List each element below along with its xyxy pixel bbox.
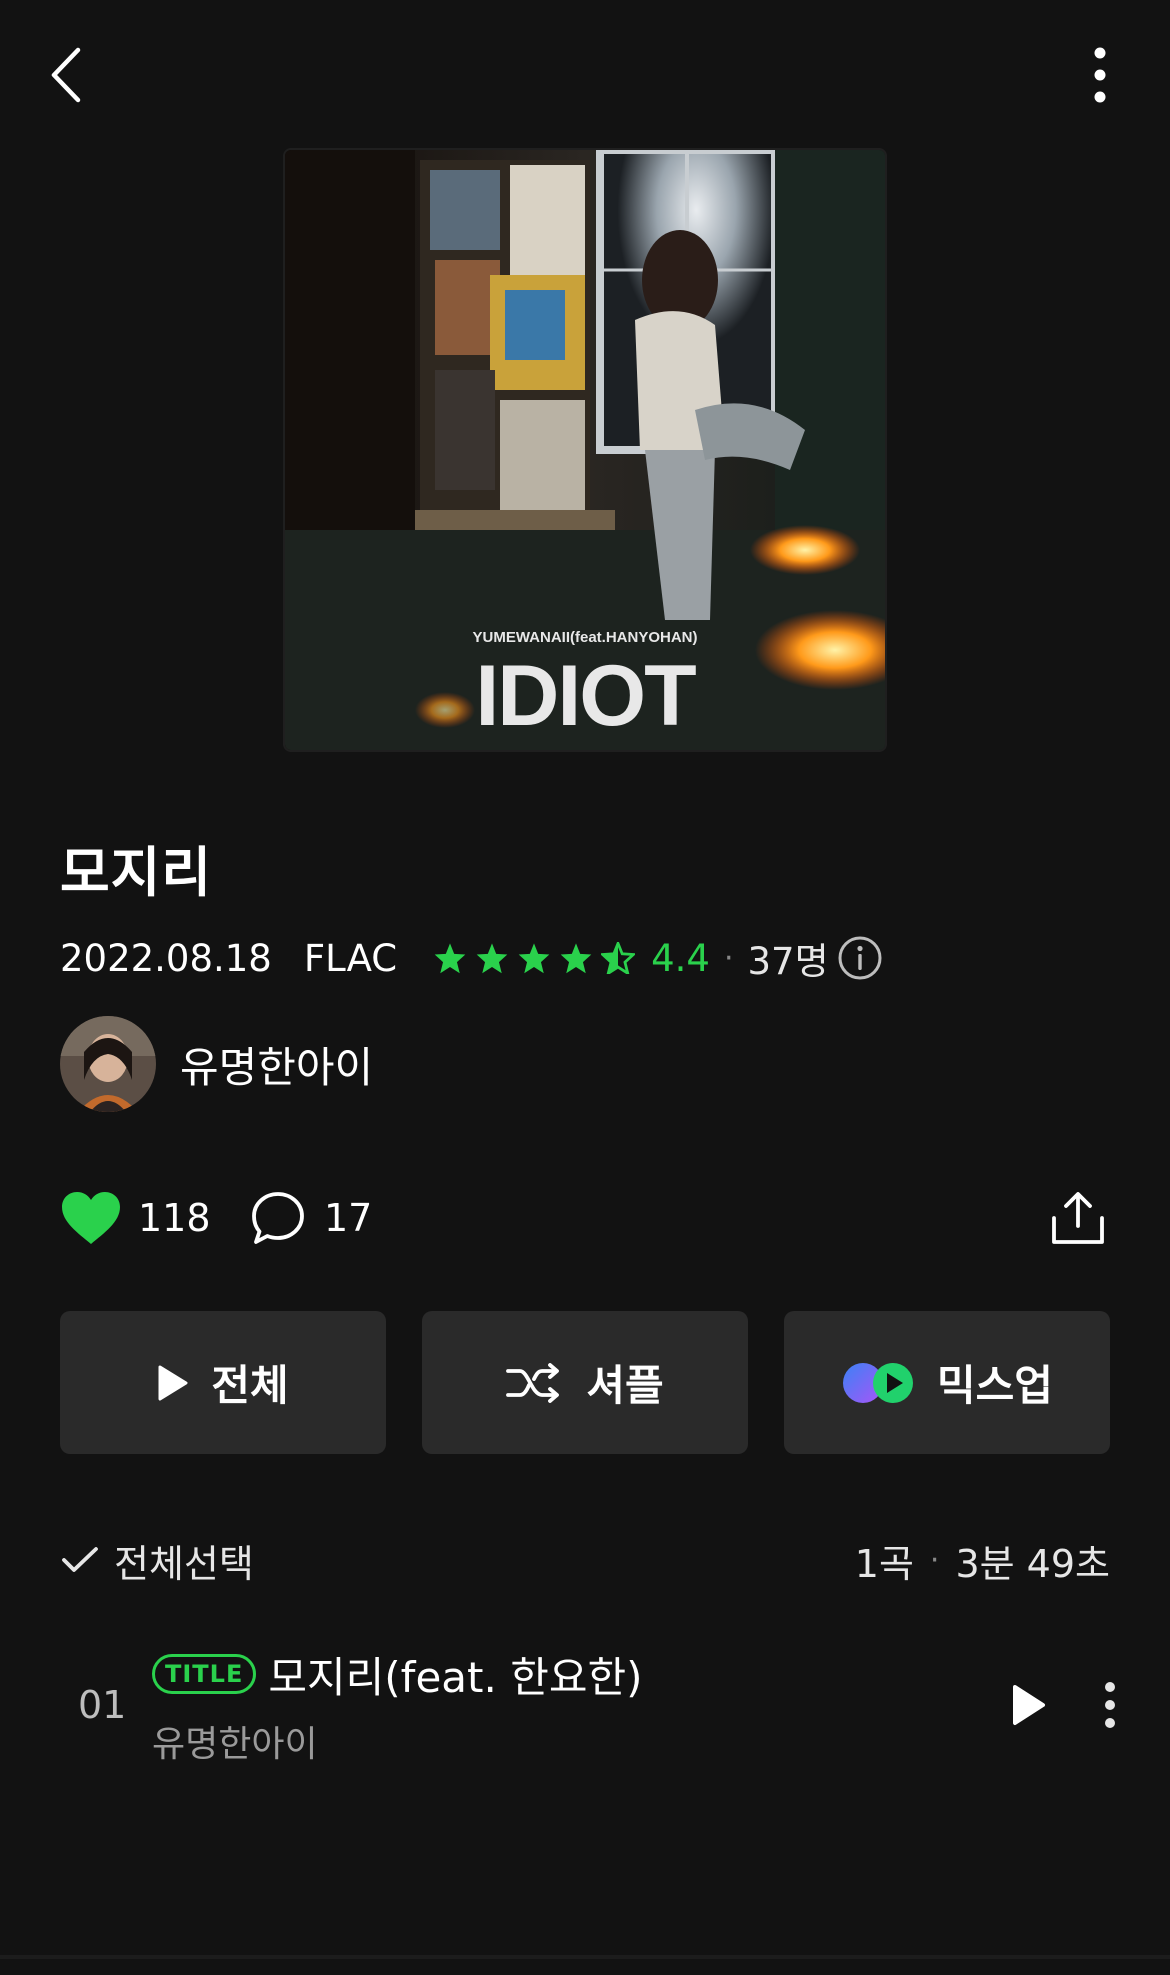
play-all-button[interactable]: 전체 bbox=[60, 1311, 386, 1454]
release-date: 2022.08.18 bbox=[60, 936, 272, 980]
share-upload-icon bbox=[1052, 1192, 1104, 1244]
cover-title-text: IDIOT bbox=[475, 648, 696, 744]
star-half-icon bbox=[601, 942, 636, 974]
album-title: 모지리 bbox=[60, 841, 213, 904]
audio-format: FLAC bbox=[303, 936, 398, 980]
rating-stars[interactable] bbox=[433, 942, 636, 974]
shuffle-icon bbox=[506, 1362, 564, 1403]
comment-button[interactable]: 17 bbox=[250, 1185, 372, 1251]
track-row[interactable]: 01 TITLE 모지리(feat. 한요한) 유명한아이 bbox=[60, 1640, 1130, 1770]
track-summary: 1곡 · 3분 49초 bbox=[855, 1533, 1110, 1588]
vertical-dots-icon bbox=[1105, 1682, 1115, 1728]
track-title: 모지리(feat. 한요한) bbox=[268, 1652, 643, 1702]
artist-row[interactable]: 유명한아이 bbox=[60, 1016, 373, 1112]
mixup-label: 믹스업 bbox=[937, 1361, 1053, 1410]
like-count: 118 bbox=[138, 1196, 211, 1240]
cover-artist-text: YUMEWANAII(feat.HANYOHAN) bbox=[473, 629, 698, 646]
album-meta-row: 2022.08.18 FLAC 4.4 · 37명 bbox=[60, 932, 883, 984]
rating-value: 4.4 bbox=[651, 936, 710, 980]
track-play-button[interactable] bbox=[994, 1670, 1064, 1740]
info-icon[interactable] bbox=[837, 935, 883, 981]
playback-button-row: 전체 셔플 믹스업 bbox=[60, 1311, 1110, 1454]
select-all-label: 전체선택 bbox=[114, 1541, 254, 1586]
separator-dot: · bbox=[929, 1542, 940, 1578]
artist-avatar bbox=[60, 1016, 156, 1112]
shuffle-button[interactable]: 셔플 bbox=[422, 1311, 748, 1454]
like-button[interactable]: 118 bbox=[60, 1185, 211, 1251]
mixup-logo-icon bbox=[841, 1361, 915, 1405]
star-full-icon bbox=[518, 943, 550, 974]
track-number: 01 bbox=[78, 1683, 127, 1727]
select-all-button[interactable]: 전체선택 bbox=[60, 1533, 254, 1588]
chevron-left-icon bbox=[51, 47, 81, 103]
checkmark-icon bbox=[60, 1545, 100, 1575]
shuffle-label: 셔플 bbox=[586, 1361, 664, 1410]
vertical-dots-icon bbox=[1094, 47, 1106, 103]
track-list-header: 전체선택 1곡 · 3분 49초 bbox=[60, 1530, 1110, 1590]
title-badge: TITLE bbox=[152, 1654, 257, 1694]
comment-bubble-icon bbox=[252, 1192, 304, 1244]
album-cover-image: YUMEWANAII(feat.HANYOHAN) IDIOT bbox=[285, 150, 885, 750]
track-artist: 유명한아이 bbox=[152, 1723, 318, 1765]
track-info: TITLE 모지리(feat. 한요한) 유명한아이 bbox=[152, 1644, 994, 1767]
heart-icon bbox=[62, 1192, 120, 1244]
play-icon bbox=[1013, 1685, 1045, 1725]
more-options-button[interactable] bbox=[1070, 40, 1130, 110]
total-duration: 3분 49초 bbox=[955, 1541, 1110, 1586]
mixup-button[interactable]: 믹스업 bbox=[784, 1311, 1110, 1454]
rating-count: 37명 bbox=[747, 940, 829, 983]
separator-dot: · bbox=[723, 940, 734, 976]
back-button[interactable] bbox=[40, 40, 90, 110]
comment-count: 17 bbox=[324, 1196, 373, 1240]
play-all-label: 전체 bbox=[211, 1361, 289, 1410]
album-detail-page: YUMEWANAII(feat.HANYOHAN) IDIOT 모지리 2022… bbox=[0, 0, 1170, 1975]
play-icon bbox=[157, 1364, 189, 1402]
artist-name: 유명한아이 bbox=[180, 1042, 374, 1092]
track-more-button[interactable] bbox=[1090, 1670, 1130, 1740]
share-button[interactable] bbox=[1045, 1185, 1111, 1251]
star-full-icon bbox=[476, 943, 508, 974]
star-full-icon bbox=[560, 943, 592, 974]
track-count: 1곡 bbox=[854, 1541, 914, 1586]
bottom-divider bbox=[0, 1955, 1170, 1959]
star-full-icon bbox=[434, 943, 466, 974]
